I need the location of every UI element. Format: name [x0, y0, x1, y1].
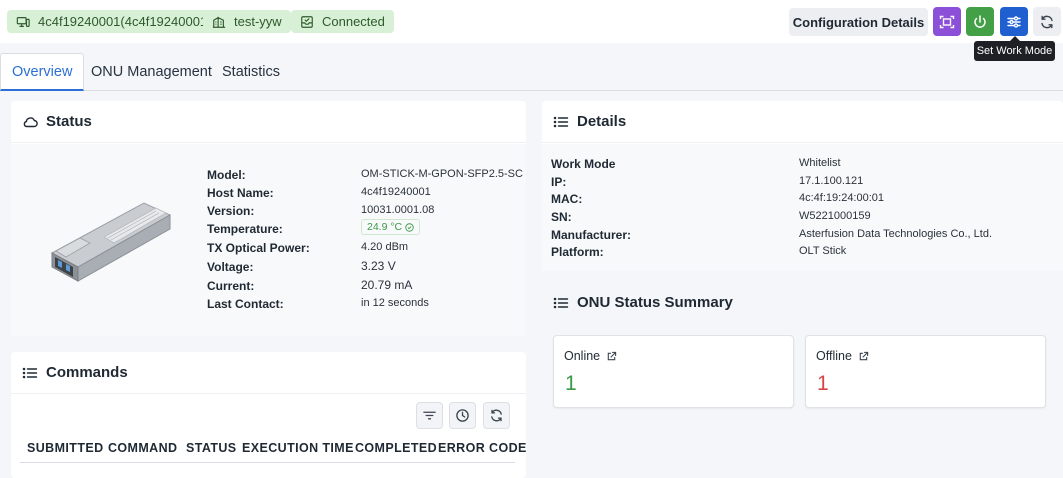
refresh-button[interactable]	[1033, 7, 1061, 36]
column-submitted[interactable]: SUBMITTED	[27, 441, 104, 455]
column-command[interactable]: COMMAND	[108, 441, 177, 455]
filter-button[interactable]	[416, 402, 443, 429]
temperature-badge: 24.9 °C	[361, 219, 421, 235]
voltage-label: Voltage:	[207, 260, 254, 274]
configuration-details-button[interactable]: Configuration Details	[789, 8, 928, 36]
current-label: Current:	[207, 279, 255, 293]
list-icon	[22, 365, 38, 381]
host-name-label: Host Name:	[207, 186, 274, 200]
status-card-title: Status	[46, 113, 92, 130]
tab-bar: Overview ONU Management Statistics	[0, 53, 1063, 91]
site-chip[interactable]: test-yyw	[203, 10, 291, 33]
external-link-icon	[606, 351, 617, 362]
list-icon	[553, 114, 569, 130]
tx-optical-power-label: TX Optical Power:	[207, 241, 310, 255]
temperature-value: 24.9 °C	[367, 221, 403, 233]
offline-count: 1	[817, 372, 829, 395]
details-card-title: Details	[577, 113, 627, 130]
online-summary-card[interactable]: Online 1	[553, 335, 794, 408]
sn-value: W5221000159	[799, 210, 871, 222]
building-icon	[212, 15, 226, 29]
power-icon	[972, 14, 988, 30]
device-chip-label: 4c4f19240001(4c4f19240001)	[38, 14, 212, 29]
devices-icon	[16, 15, 30, 29]
clock-icon	[455, 408, 470, 423]
scan-icon	[939, 14, 955, 30]
power-button[interactable]	[966, 7, 994, 36]
refresh-icon	[1039, 14, 1055, 30]
temperature-label: Temperature:	[207, 222, 283, 236]
tab-overview[interactable]: Overview	[0, 53, 85, 91]
host-name-value: 4c4f19240001	[361, 186, 431, 198]
model-value: OM-STICK-M-GPON-SFP2.5-SC	[361, 168, 523, 180]
work-mode-label: Work Mode	[551, 157, 616, 171]
offline-summary-card[interactable]: Offline 1	[805, 335, 1046, 408]
platform-label: Platform:	[551, 245, 604, 259]
online-summary-label[interactable]: Online	[564, 349, 617, 363]
status-card: Status Model: OM-STICK-M-GPON-SFP2.5-SC …	[11, 101, 526, 336]
inbox-check-icon	[300, 15, 314, 29]
current-value: 20.79 mA	[361, 278, 413, 292]
ip-value: 17.1.100.121	[799, 175, 864, 187]
sn-label: SN:	[551, 210, 572, 224]
cloud-icon	[22, 114, 38, 130]
version-label: Version:	[207, 204, 255, 218]
commands-card-header: Commands	[11, 352, 526, 394]
connection-status-label: Connected	[322, 14, 385, 29]
last-contact-label: Last Contact:	[207, 297, 284, 311]
sliders-icon	[1006, 14, 1022, 30]
top-bar: 4c4f19240001(4c4f19240001) test-yyw Conn…	[0, 0, 1063, 43]
platform-value: OLT Stick	[799, 245, 847, 257]
column-error-code[interactable]: ERROR CODE	[438, 441, 527, 455]
model-label: Model:	[207, 168, 246, 182]
set-work-mode-button[interactable]	[1000, 7, 1028, 36]
commands-refresh-button[interactable]	[483, 402, 510, 429]
work-mode-value: Whitelist	[799, 157, 841, 169]
column-completed[interactable]: COMPLETED	[355, 441, 437, 455]
check-circle-icon	[405, 222, 414, 232]
sfp-module-image	[44, 181, 174, 283]
mac-value: 4c:4f:19:24:00:01	[799, 192, 885, 204]
onu-status-summary-header: ONU Status Summary	[553, 294, 733, 311]
details-card-header: Details	[542, 101, 1063, 143]
details-card: Details Work Mode Whitelist IP: 17.1.100…	[542, 101, 1063, 271]
onu-status-summary-title: ONU Status Summary	[577, 294, 733, 311]
tab-onu-management[interactable]: ONU Management	[80, 53, 223, 91]
manufacturer-label: Manufacturer:	[551, 228, 632, 242]
tab-statistics[interactable]: Statistics	[211, 53, 291, 91]
version-value: 10031.0001.08	[361, 204, 435, 216]
connection-status-chip[interactable]: Connected	[291, 10, 394, 33]
manufacturer-value: Asterfusion Data Technologies Co., Ltd.	[799, 228, 993, 240]
online-count: 1	[565, 372, 577, 395]
commands-card-title: Commands	[46, 364, 128, 381]
device-chip[interactable]: 4c4f19240001(4c4f19240001)	[7, 10, 221, 33]
status-card-header: Status	[11, 101, 526, 143]
scan-button[interactable]	[933, 7, 961, 36]
history-button[interactable]	[449, 402, 476, 429]
ip-label: IP:	[551, 175, 567, 189]
filter-icon	[422, 408, 437, 423]
offline-label-text: Offline	[816, 349, 852, 363]
last-contact-value: in 12 seconds	[361, 297, 429, 309]
column-status[interactable]: STATUS	[186, 441, 237, 455]
mac-label: MAC:	[551, 192, 583, 206]
voltage-value: 3.23 V	[361, 259, 396, 273]
online-label-text: Online	[564, 349, 601, 363]
list-icon	[553, 295, 569, 311]
column-execution-time[interactable]: EXECUTION TIME	[242, 441, 354, 455]
refresh-icon	[489, 408, 504, 423]
offline-summary-label[interactable]: Offline	[816, 349, 869, 363]
external-link-icon	[858, 351, 869, 362]
site-chip-label: test-yyw	[234, 14, 282, 29]
tx-optical-power-value: 4.20 dBm	[361, 241, 409, 253]
